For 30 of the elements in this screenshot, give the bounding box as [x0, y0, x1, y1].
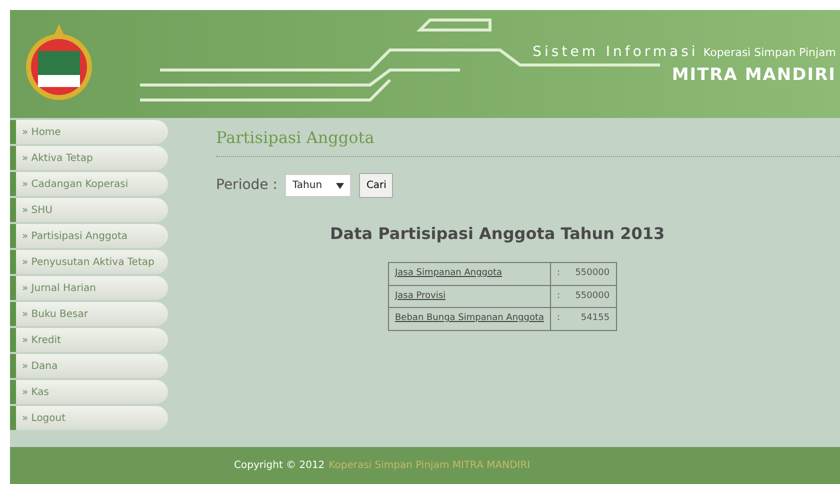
- search-button[interactable]: Cari: [359, 173, 394, 198]
- menu-item[interactable]: » Dana: [10, 354, 168, 378]
- organization-name: MITRA MANDIRI: [670, 64, 836, 88]
- system-subtitle: Koperasi Simpan Pinjam: [703, 46, 836, 60]
- table-title: Data Partisipasi Anggota Tahun 2013: [330, 223, 666, 245]
- menu-item[interactable]: » Jurnal Harian: [10, 276, 168, 300]
- value-cell: 54155: [566, 308, 616, 330]
- separator-text: :: [557, 313, 560, 323]
- system-title: Sistem Informasi: [532, 44, 698, 60]
- period-label: Periode :: [216, 176, 278, 195]
- separator-text: :: [557, 268, 560, 278]
- menu-item[interactable]: » Buku Besar: [10, 302, 168, 326]
- owner-text: Koperasi Simpan Pinjam MITRA MANDIRI: [328, 459, 530, 473]
- item-link[interactable]: Jasa Provisi: [395, 290, 446, 300]
- menu-item[interactable]: » Aktiva Tetap: [10, 146, 168, 170]
- menu-item[interactable]: » Kredit: [10, 328, 168, 352]
- menu-item[interactable]: » Penyusutan Aktiva Tetap: [10, 250, 168, 274]
- dropdown-caret-icon: [336, 182, 344, 188]
- menu-item[interactable]: » SHU: [10, 198, 168, 222]
- copyright-text: Copyright © 2012: [234, 459, 325, 473]
- page-heading: Partisipasi Anggota: [216, 126, 840, 157]
- menu-item[interactable]: » Home: [10, 120, 168, 144]
- menu-item[interactable]: » Kas: [10, 380, 168, 404]
- value-cell: 550000: [566, 262, 616, 285]
- menu-item[interactable]: » Logout: [10, 406, 168, 430]
- separator-text: :: [557, 290, 560, 300]
- menu-item[interactable]: » Cadangan Koperasi: [10, 172, 168, 196]
- value-cell: 550000: [566, 285, 616, 308]
- menu-item[interactable]: » Partisipasi Anggota: [10, 224, 168, 248]
- period-select[interactable]: Tahun: [285, 174, 352, 197]
